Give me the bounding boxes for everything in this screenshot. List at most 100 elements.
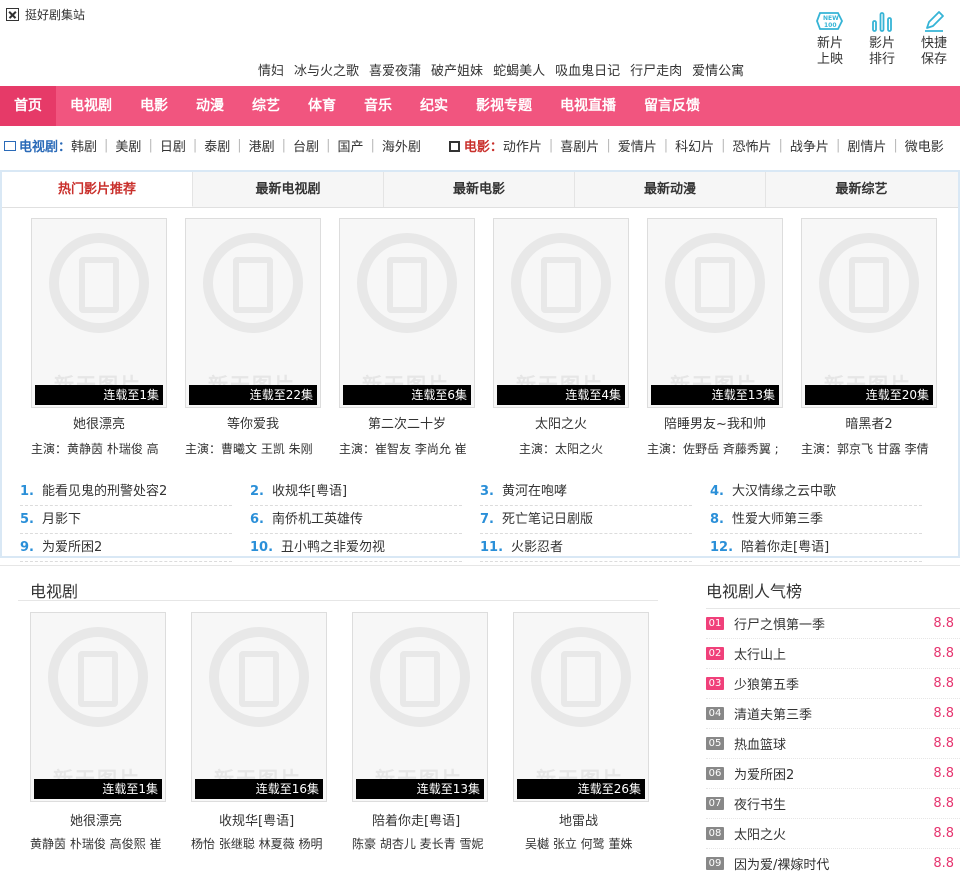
ranking-title-link[interactable]: 太阳之火 [734,824,933,843]
video-title[interactable]: 陪着你走[粤语] [352,810,513,829]
hotword-link[interactable]: 情妇 [258,60,284,79]
nav-item-sports[interactable]: 体育 [294,86,350,126]
rank-title[interactable]: 能看见鬼的刑警处容2 [42,484,167,499]
nav-item-music[interactable]: 音乐 [350,86,406,126]
subnav-link[interactable]: 科幻片 [675,136,714,155]
subnav-tv-label[interactable]: 电视剧： [19,136,71,155]
ranking-title-link[interactable]: 太行山上 [734,644,933,663]
tab-latest-variety[interactable]: 最新综艺 [766,172,957,207]
list-item[interactable]: 2. 收规华[粤语] [250,478,480,506]
ranking-row[interactable]: 03 少狼第五季 8.8 [706,669,960,699]
video-card[interactable]: 新天图片 连载至16集 收规华[粤语] 杨怡 张继聪 林夏薇 杨明 [191,612,352,852]
video-title[interactable]: 收规华[粤语] [191,810,352,829]
list-item[interactable]: 6. 南侨机工英雄传 [250,506,480,534]
ranking-row[interactable]: 02 太行山上 8.8 [706,639,960,669]
hotword-link[interactable]: 行尸走肉 [630,60,682,79]
nav-item-variety[interactable]: 综艺 [238,86,294,126]
video-title[interactable]: 她很漂亮 [22,416,176,434]
video-card[interactable]: 新天图片 连载至1集 她很漂亮 黄静茵 朴瑞俊 高俊熙 崔 [30,612,191,852]
subnav-link[interactable]: 美剧 [115,136,141,155]
video-title[interactable]: 太阳之火 [484,416,638,434]
rank-title[interactable]: 死亡笔记日剧版 [502,512,593,527]
nav-item-home[interactable]: 首页 [0,86,56,126]
hotword-link[interactable]: 冰与火之歌 [294,60,359,79]
tab-latest-tv[interactable]: 最新电视剧 [193,172,384,207]
subnav-link[interactable]: 日剧 [160,136,186,155]
poster-placeholder[interactable]: 新天图片 连载至6集 [339,218,475,408]
subnav-link[interactable]: 恐怖片 [733,136,772,155]
list-item[interactable]: 4. 大汉情缘之云中歌 [710,478,940,506]
subnav-link[interactable]: 微电影 [905,136,944,155]
nav-item-tv[interactable]: 电视剧 [56,86,126,126]
list-item[interactable]: 1. 能看见鬼的刑警处容2 [20,478,250,506]
poster-placeholder[interactable]: 新天图片 连载至1集 [30,612,166,802]
quick-ranking[interactable]: 影片 排行 [862,6,902,68]
video-title[interactable]: 第二次二十岁 [330,416,484,434]
tab-hot[interactable]: 热门影片推荐 [2,172,193,207]
ranking-title-link[interactable]: 因为爱/裸嫁时代 [734,854,933,873]
video-card[interactable]: 新天图片 连载至26集 地雷战 吴樾 张立 何鹭 董姝 [513,612,674,852]
rank-title[interactable]: 性爱大师第三季 [732,512,823,527]
nav-item-topics[interactable]: 影视专题 [462,86,546,126]
subnav-movie-label[interactable]: 电影： [464,136,503,155]
poster-placeholder[interactable]: 新天图片 连载至13集 [352,612,488,802]
video-title[interactable]: 地雷战 [513,810,674,829]
video-title[interactable]: 等你爱我 [176,416,330,434]
subnav-link[interactable]: 台剧 [293,136,319,155]
ranking-row[interactable]: 07 夜行书生 8.8 [706,789,960,819]
video-card[interactable]: 新天图片 连载至22集 等你爱我 主演：曹曦文 王凯 朱刚 [176,218,330,457]
rank-title[interactable]: 为爱所困2 [42,540,102,555]
subnav-link[interactable]: 剧情片 [847,136,886,155]
section-title[interactable]: 电视剧 [30,578,78,602]
poster-placeholder[interactable]: 新天图片 连载至22集 [185,218,321,408]
video-card[interactable]: 新天图片 连载至20集 暗黑者2 主演：郭京飞 甘露 李倩 [792,218,946,457]
video-title[interactable]: 暗黑者2 [792,416,946,434]
list-item[interactable]: 5. 月影下 [20,506,250,534]
list-item[interactable]: 3. 黄河在咆哮 [480,478,710,506]
rank-title[interactable]: 火影忍者 [511,540,563,555]
subnav-link[interactable]: 韩剧 [71,136,97,155]
list-item[interactable]: 7. 死亡笔记日剧版 [480,506,710,534]
rank-title[interactable]: 大汉情缘之云中歌 [732,484,836,499]
quick-save[interactable]: 快捷 保存 [914,6,954,68]
ranking-row[interactable]: 06 为爱所困2 8.8 [706,759,960,789]
video-title[interactable]: 她很漂亮 [30,810,191,829]
ranking-row[interactable]: 08 太阳之火 8.8 [706,819,960,849]
rank-title[interactable]: 月影下 [42,512,81,527]
list-item[interactable]: 8. 性爱大师第三季 [710,506,940,534]
ranking-title-link[interactable]: 清道夫第三季 [734,704,933,723]
subnav-link[interactable]: 港剧 [249,136,275,155]
ranking-title-link[interactable]: 为爱所困2 [734,764,933,783]
video-card[interactable]: 新天图片 连载至13集 陪睡男友~我和帅 主演：佐野岳 斉藤秀翼 ; [638,218,792,457]
ranking-title-link[interactable]: 夜行书生 [734,794,933,813]
poster-placeholder[interactable]: 新天图片 连载至16集 [191,612,327,802]
tab-latest-anime[interactable]: 最新动漫 [575,172,766,207]
subnav-link[interactable]: 爱情片 [618,136,657,155]
hotword-link[interactable]: 破产姐妹 [431,60,483,79]
poster-placeholder[interactable]: 新天图片 连载至13集 [647,218,783,408]
tab-latest-movie[interactable]: 最新电影 [384,172,575,207]
nav-item-documentary[interactable]: 纪实 [406,86,462,126]
video-card[interactable]: 新天图片 连载至4集 太阳之火 主演：太阳之火 [484,218,638,457]
video-card[interactable]: 新天图片 连载至1集 她很漂亮 主演：黄静茵 朴瑞俊 高 [22,218,176,457]
ranking-title-link[interactable]: 行尸之惧第一季 [734,614,933,633]
poster-placeholder[interactable]: 新天图片 连载至20集 [801,218,937,408]
poster-placeholder[interactable]: 新天图片 连载至4集 [493,218,629,408]
hotword-link[interactable]: 喜爱夜蒲 [369,60,421,79]
list-item[interactable]: 9. 为爱所困2 [20,534,250,562]
ranking-row[interactable]: 09 因为爱/裸嫁时代 8.8 [706,849,960,873]
ranking-row[interactable]: 05 热血篮球 8.8 [706,729,960,759]
hotword-link[interactable]: 蛇蝎美人 [493,60,545,79]
list-item[interactable]: 10. 丑小鸭之非爱勿视 [250,534,480,562]
ranking-title-link[interactable]: 少狼第五季 [734,674,933,693]
ranking-row[interactable]: 01 行尸之惧第一季 8.8 [706,609,960,639]
hotword-link[interactable]: 爱情公寓 [692,60,744,79]
site-logo[interactable]: 挺好剧集站 [6,6,85,23]
list-item[interactable]: 11. 火影忍者 [480,534,710,562]
poster-placeholder[interactable]: 新天图片 连载至1集 [31,218,167,408]
video-card[interactable]: 新天图片 连载至6集 第二次二十岁 主演：崔智友 李尚允 崔 [330,218,484,457]
rank-title[interactable]: 收规华[粤语] [272,484,347,499]
video-card[interactable]: 新天图片 连载至13集 陪着你走[粤语] 陈豪 胡杏儿 麦长青 雪妮 [352,612,513,852]
subnav-link[interactable]: 泰剧 [204,136,230,155]
nav-item-movie[interactable]: 电影 [126,86,182,126]
